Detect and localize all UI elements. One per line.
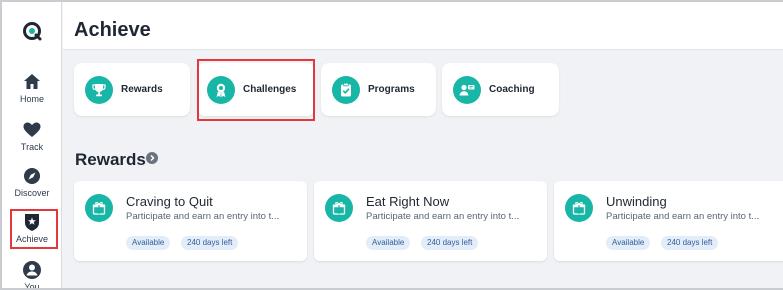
coach-icon bbox=[453, 75, 481, 104]
heart-icon bbox=[23, 122, 41, 137]
page-title: Achieve bbox=[74, 19, 151, 41]
page-header: Achieve bbox=[63, 2, 783, 50]
tab-label: Programs bbox=[368, 84, 415, 95]
reward-card[interactable]: Craving to Quit Participate and earn an … bbox=[74, 181, 307, 261]
gift-icon bbox=[565, 194, 593, 222]
status-badge: Available bbox=[606, 236, 651, 250]
trophy-icon bbox=[85, 75, 113, 104]
card-title: Unwinding bbox=[606, 194, 667, 209]
gift-icon bbox=[85, 194, 113, 222]
sidebar-item-label: Track bbox=[20, 142, 44, 152]
days-left-badge: 240 days left bbox=[181, 236, 239, 250]
sidebar-item-label: You bbox=[24, 282, 40, 290]
sidebar-item-you[interactable]: You bbox=[2, 260, 62, 290]
sidebar-item-home[interactable]: Home bbox=[2, 72, 62, 104]
home-icon bbox=[24, 74, 40, 89]
card-description: Participate and earn an entry into t... bbox=[126, 211, 280, 222]
days-left-badge: 240 days left bbox=[661, 236, 719, 250]
sidebar-item-discover[interactable]: Discover bbox=[2, 166, 62, 198]
gift-icon bbox=[325, 194, 353, 222]
chevron-right-icon[interactable] bbox=[146, 152, 158, 164]
clipboard-check-icon bbox=[332, 75, 360, 104]
reward-card[interactable]: Unwinding Participate and earn an entry … bbox=[554, 181, 783, 261]
highlight-box-achieve bbox=[10, 209, 58, 249]
sidebar-item-label: Home bbox=[19, 94, 44, 104]
card-title: Craving to Quit bbox=[126, 194, 213, 209]
days-left-badge: 240 days left bbox=[421, 236, 479, 250]
highlight-box-challenges bbox=[197, 59, 315, 121]
card-description: Participate and earn an entry into t... bbox=[366, 211, 520, 222]
tab-label: Coaching bbox=[489, 84, 535, 95]
sidebar-item-label: Discover bbox=[14, 188, 50, 198]
tab-rewards[interactable]: Rewards bbox=[74, 63, 190, 116]
sidebar-item-track[interactable]: Track bbox=[2, 120, 62, 152]
reward-card[interactable]: Eat Right Now Participate and earn an en… bbox=[314, 181, 547, 261]
user-icon bbox=[23, 261, 41, 279]
status-badge: Available bbox=[366, 236, 411, 250]
compass-icon bbox=[24, 168, 40, 184]
app-logo-icon[interactable] bbox=[22, 21, 42, 41]
section-title: Rewards bbox=[75, 150, 146, 169]
tab-label: Rewards bbox=[121, 84, 163, 95]
status-badge: Available bbox=[126, 236, 171, 250]
card-title: Eat Right Now bbox=[366, 194, 450, 209]
tab-coaching[interactable]: Coaching bbox=[442, 63, 559, 116]
tab-programs[interactable]: Programs bbox=[321, 63, 436, 116]
card-description: Participate and earn an entry into t... bbox=[606, 211, 760, 222]
